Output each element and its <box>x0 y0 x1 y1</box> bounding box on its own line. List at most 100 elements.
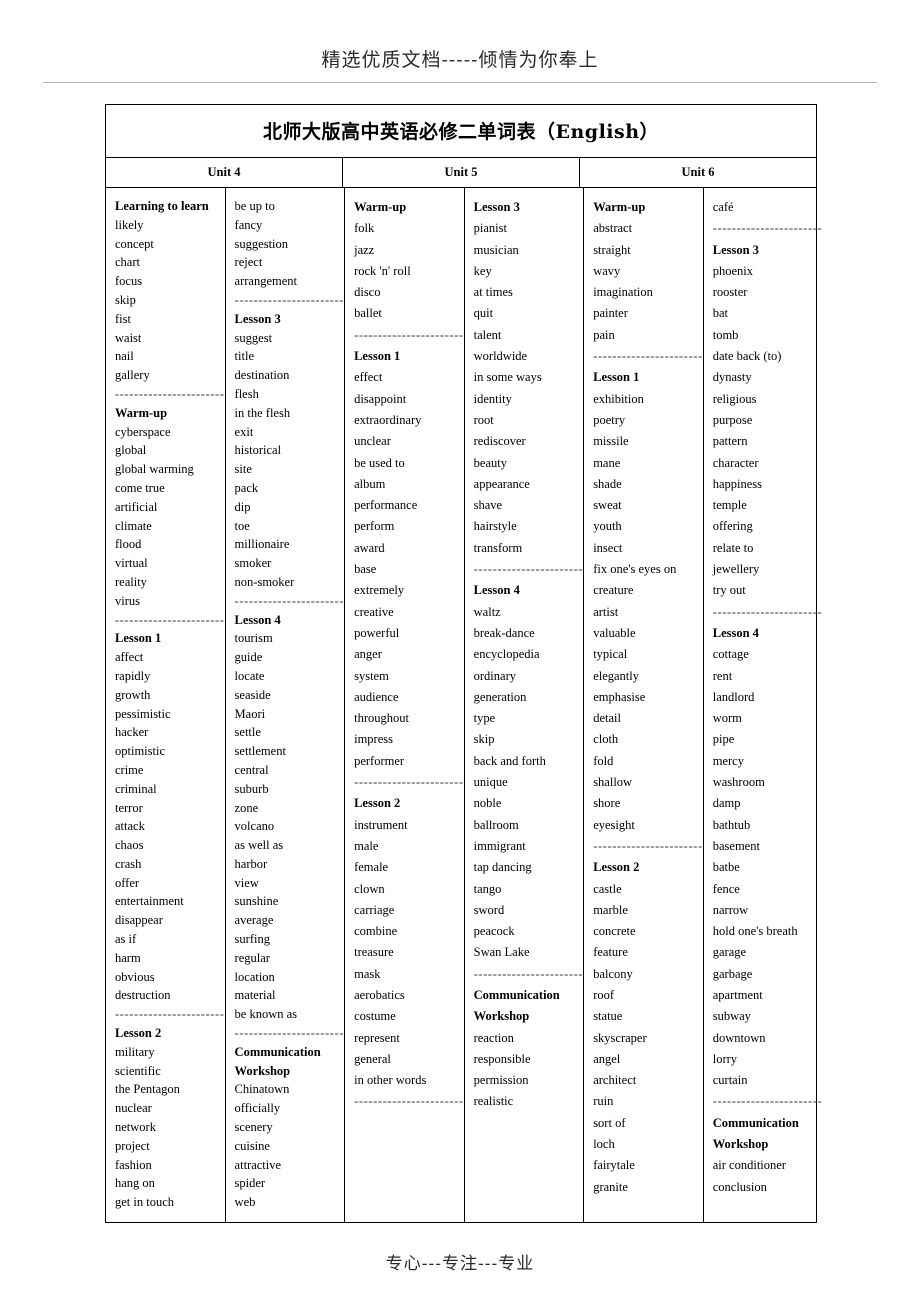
word-item: elegantly <box>593 668 640 683</box>
word-item: mask <box>354 966 381 981</box>
word-item: quit <box>473 306 494 321</box>
word-item: appearance <box>473 476 530 491</box>
word-item: gallery <box>115 368 150 383</box>
section-heading: Communication <box>712 1115 799 1130</box>
section-separator: ----------------------- <box>115 612 225 627</box>
word-item: terror <box>115 800 143 815</box>
word-item: chaos <box>115 838 144 853</box>
word-item: imagination <box>593 285 653 300</box>
word-item: musician <box>473 242 519 257</box>
word-item: missile <box>593 434 629 449</box>
word-item: flood <box>115 537 142 552</box>
word-item: cottage <box>712 647 749 662</box>
unit-header-row: Unit 4 Unit 5 Unit 6 <box>106 158 816 188</box>
word-item: poetry <box>593 412 626 427</box>
word-item: rediscover <box>473 434 526 449</box>
word-item: apartment <box>712 987 763 1002</box>
word-item: harm <box>115 950 141 965</box>
word-item: dip <box>234 499 251 514</box>
word-item: encyclopedia <box>473 647 540 662</box>
word-item: rapidly <box>115 668 151 683</box>
word-item: balcony <box>593 966 633 981</box>
word-item: come true <box>115 480 165 495</box>
word-item: be up to <box>234 199 275 213</box>
word-item: folk <box>354 221 375 236</box>
word-item: tap dancing <box>473 860 532 875</box>
word-item: break-dance <box>473 625 535 640</box>
word-item: clown <box>354 881 385 896</box>
word-item: back and forth <box>473 753 546 768</box>
word-item: immigrant <box>473 838 526 853</box>
word-item: male <box>354 838 379 853</box>
word-item: basement <box>712 838 760 853</box>
section-heading: Lesson 3 <box>473 200 520 214</box>
word-item: reject <box>234 255 263 270</box>
word-item: pack <box>234 480 259 495</box>
word-item: unique <box>473 775 508 790</box>
header-watermark-text: 精选优质文档-----倾情为你奉上 <box>321 49 599 71</box>
section-heading: Learning to learn <box>115 199 209 213</box>
word-item: pain <box>593 327 615 342</box>
word-item: attractive <box>234 1157 282 1172</box>
section-separator: ----------------------- <box>593 349 703 364</box>
word-item: garbage <box>712 966 753 981</box>
word-item: cuisine <box>234 1138 270 1153</box>
word-item: rent <box>712 668 733 683</box>
word-item: sword <box>473 902 505 917</box>
word-item: harbor <box>234 856 268 871</box>
word-item: realistic <box>473 1094 514 1109</box>
word-item: fix one's eyes on <box>593 562 677 577</box>
word-item: shore <box>593 796 621 811</box>
word-item: sunshine <box>234 894 279 909</box>
word-item: noble <box>473 796 502 811</box>
word-item: try out <box>712 583 746 598</box>
word-item: tourism <box>234 631 273 646</box>
word-item: feature <box>593 945 628 960</box>
word-item: suggest <box>234 330 273 345</box>
word-item: get in touch <box>115 1195 175 1210</box>
word-item: title <box>234 349 254 364</box>
word-item: pessimistic <box>115 706 171 721</box>
word-item: worldwide <box>473 349 528 364</box>
word-item: costume <box>354 1009 396 1024</box>
word-item: castle <box>593 881 622 896</box>
word-item: pattern <box>712 434 748 449</box>
word-item: roof <box>593 987 615 1002</box>
word-item: ballroom <box>473 817 519 832</box>
word-item: shallow <box>593 775 633 790</box>
header-divider <box>43 82 877 83</box>
word-item: Swan Lake <box>473 945 530 960</box>
word-item: criminal <box>115 781 157 796</box>
word-item: represent <box>354 1030 400 1045</box>
footer-watermark-text: 专心---专注---专业 <box>385 1254 535 1274</box>
word-item: global <box>115 443 147 458</box>
word-item: sweat <box>593 498 622 513</box>
word-item: angel <box>593 1051 621 1066</box>
word-item: likely <box>115 217 144 232</box>
word-column-unit4-col2: be up to fancy suggestion reject arrangement… <box>226 188 346 1223</box>
word-item: female <box>354 860 389 875</box>
word-column-unit6-col1: Warm-up abstract straight wavy imagination pa… <box>584 188 704 1223</box>
word-item: bathtub <box>712 817 751 832</box>
word-item: detail <box>593 711 621 726</box>
word-item: architect <box>593 1073 637 1088</box>
word-item: impress <box>354 732 393 747</box>
word-item: character <box>712 455 759 470</box>
word-item: regular <box>234 950 270 965</box>
word-item: nuclear <box>115 1101 152 1116</box>
word-item: nail <box>115 349 134 364</box>
word-item: hold one's breath <box>712 924 798 939</box>
section-heading: Lesson 2 <box>593 860 640 875</box>
word-item: effect <box>354 370 383 385</box>
word-item: exit <box>234 424 254 439</box>
word-item: waist <box>115 330 142 345</box>
word-item: beauty <box>473 455 507 470</box>
section-separator: ----------------------- <box>354 1094 464 1109</box>
table-title-row: 北师大版高中英语必修二单词表（English） <box>106 105 816 158</box>
word-item: abstract <box>593 221 633 236</box>
word-item: destination <box>234 368 290 383</box>
word-item: award <box>354 540 385 555</box>
word-item: permission <box>473 1073 529 1088</box>
word-item: statue <box>593 1009 623 1024</box>
word-item: eyesight <box>593 817 635 832</box>
